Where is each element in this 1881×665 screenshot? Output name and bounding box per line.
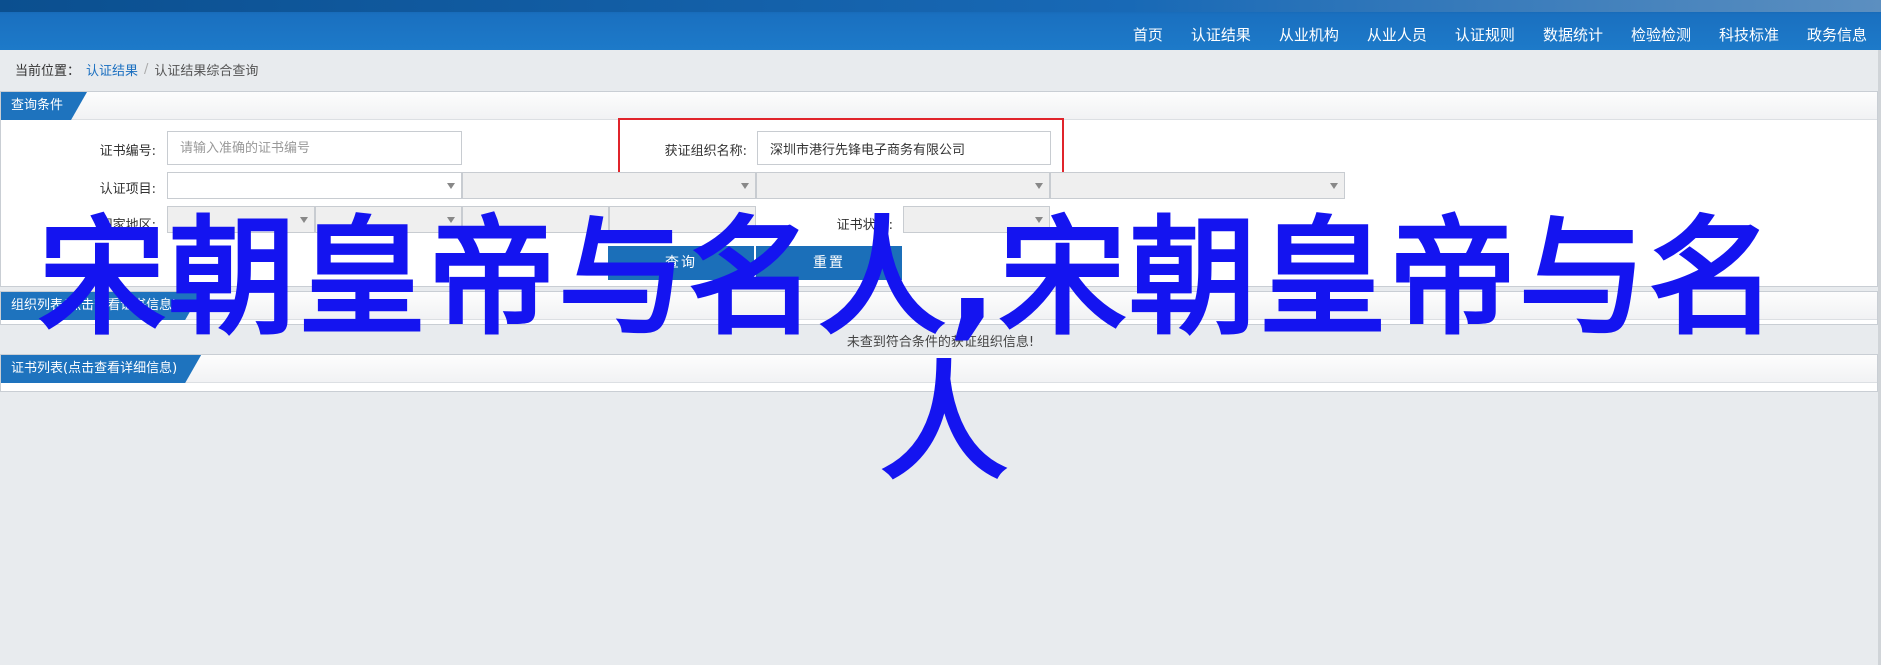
project-label: 认证项目: <box>99 182 156 197</box>
chevron-down-icon <box>447 183 455 189</box>
breadcrumb-link[interactable]: 认证结果 <box>86 60 138 79</box>
project-select-4[interactable] <box>1050 172 1345 199</box>
chevron-down-icon <box>1330 183 1338 189</box>
breadcrumb-prefix: 当前位置： <box>15 63 81 79</box>
overlay-text-line1: 宋朝皇帝与名人,宋朝皇帝与名 <box>38 204 1779 353</box>
project-select-2[interactable] <box>462 172 756 199</box>
cert-no-input[interactable] <box>167 131 462 165</box>
breadcrumb-separator: / <box>144 61 149 77</box>
chevron-down-icon <box>741 183 749 189</box>
nav-item-home[interactable]: 首页 <box>1119 24 1177 45</box>
nav-item-statistics[interactable]: 数据统计 <box>1529 24 1617 45</box>
cert-no-label: 证书编号: <box>99 144 156 159</box>
main-nav: 首页 认证结果 从业机构 从业人员 认证规则 数据统计 检验检测 科技标准 政务… <box>1119 18 1881 50</box>
breadcrumb: 当前位置： 认证结果 / 认证结果综合查询 <box>15 60 259 79</box>
nav-item-gov-info[interactable]: 政务信息 <box>1793 24 1881 45</box>
overlay-text-line2: 人 <box>880 349 1011 498</box>
project-select-3[interactable] <box>756 172 1050 199</box>
nav-item-rules[interactable]: 认证规则 <box>1441 24 1529 45</box>
project-select-1[interactable] <box>167 172 462 199</box>
chevron-down-icon <box>1035 183 1043 189</box>
nav-item-cert-results[interactable]: 认证结果 <box>1177 24 1265 45</box>
header-banner: 首页 认证结果 从业机构 从业人员 认证规则 数据统计 检验检测 科技标准 政务… <box>0 0 1881 50</box>
query-panel-title: 查询条件 <box>1 92 87 120</box>
cert-list-panel-title: 证书列表(点击查看详细信息) <box>1 355 201 383</box>
query-panel-header: 查询条件 <box>1 92 1877 120</box>
nav-item-personnel[interactable]: 从业人员 <box>1353 24 1441 45</box>
nav-item-institutions[interactable]: 从业机构 <box>1265 24 1353 45</box>
highlight-box <box>618 118 1064 175</box>
nav-item-standards[interactable]: 科技标准 <box>1705 24 1793 45</box>
breadcrumb-current: 认证结果综合查询 <box>154 63 259 79</box>
nav-item-inspection[interactable]: 检验检测 <box>1617 24 1705 45</box>
header-strip <box>0 0 1881 12</box>
